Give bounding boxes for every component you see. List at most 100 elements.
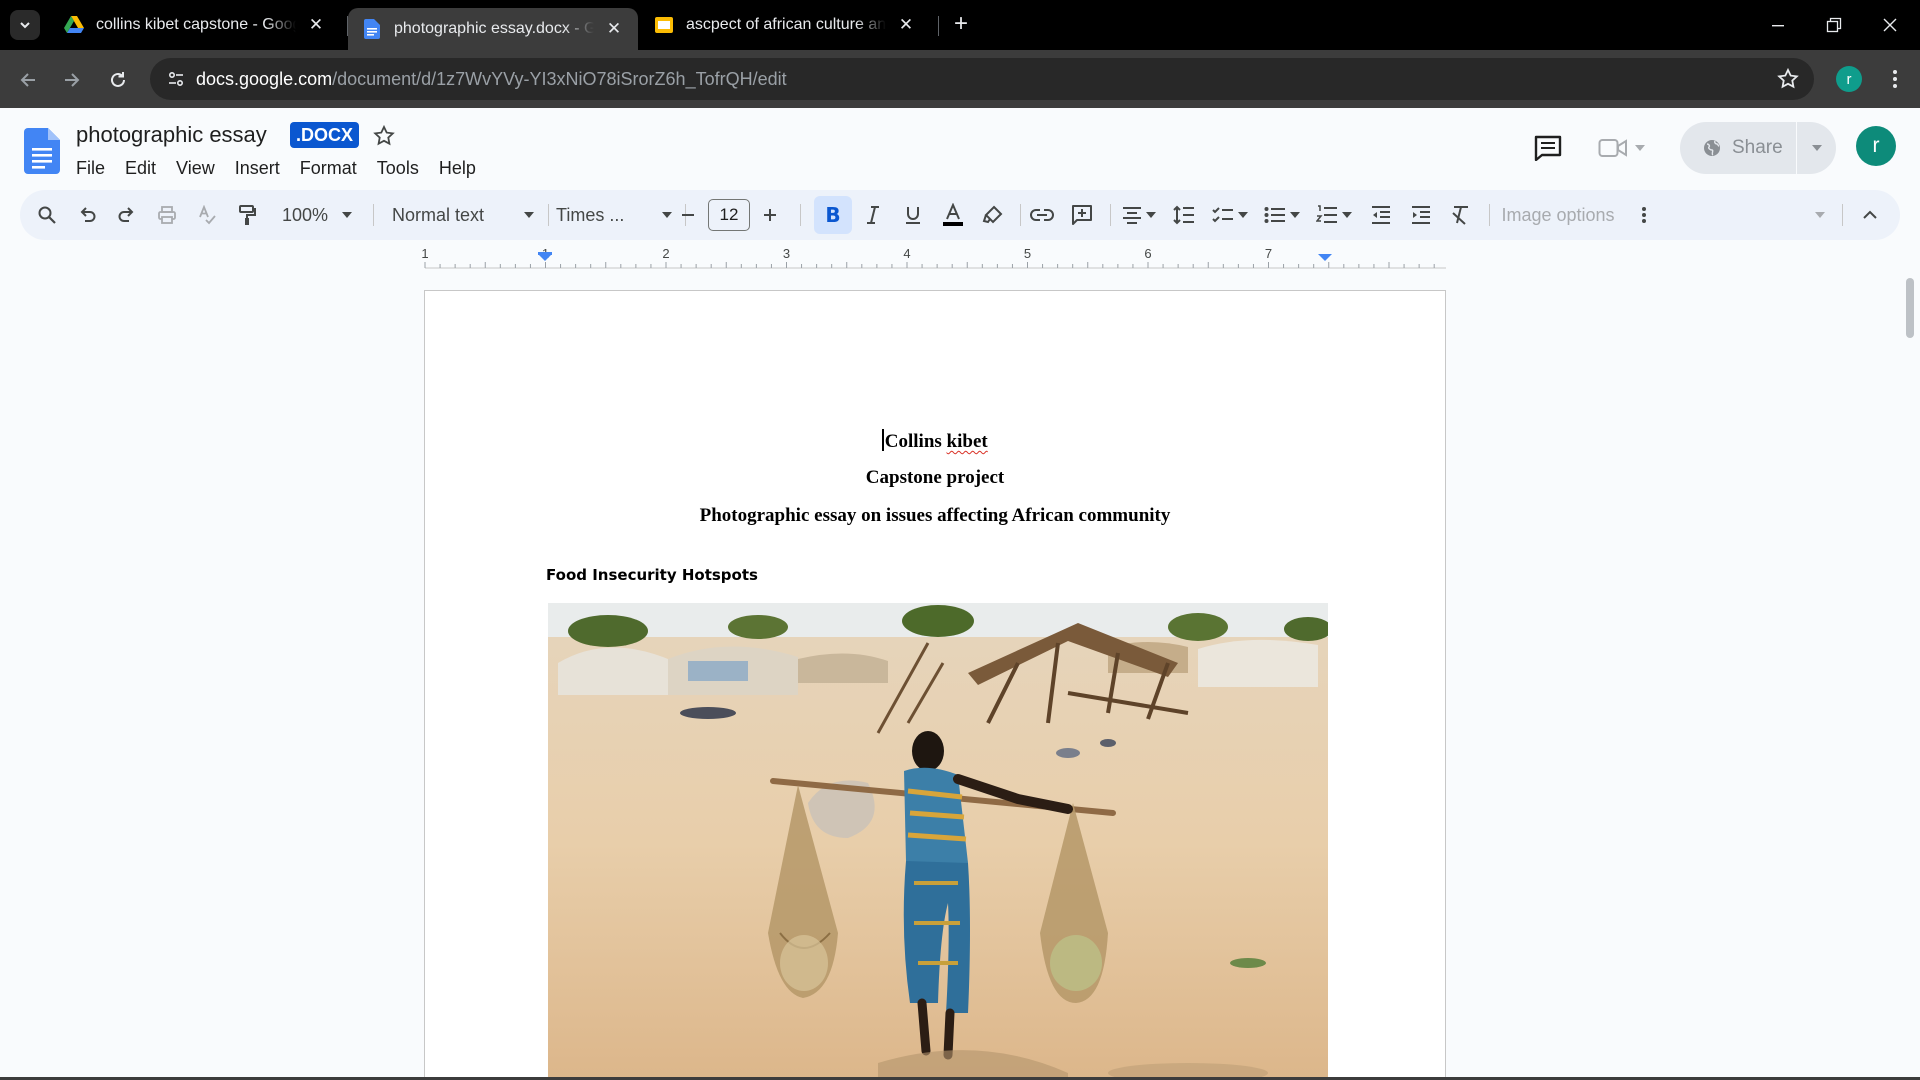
menu-help[interactable]: Help bbox=[429, 154, 486, 183]
menu-edit[interactable]: Edit bbox=[115, 154, 166, 183]
minimize-button[interactable] bbox=[1750, 0, 1806, 50]
document-page[interactable]: Collins kibet Capstone project Photograp… bbox=[424, 290, 1446, 1080]
bulleted-list-button[interactable] bbox=[1260, 199, 1304, 231]
image-options-button[interactable]: Image options bbox=[1484, 199, 1632, 231]
spellcheck-button[interactable] bbox=[192, 199, 222, 231]
meet-button[interactable] bbox=[1598, 132, 1658, 164]
forward-button[interactable] bbox=[56, 64, 88, 96]
url-text[interactable]: docs.google.com/document/d/1z7WvYVy-YI3x… bbox=[196, 69, 787, 90]
menu-format[interactable]: Format bbox=[290, 154, 367, 183]
vertical-scrollbar[interactable] bbox=[1900, 272, 1920, 1080]
subtitle-line[interactable]: Capstone project bbox=[425, 467, 1445, 489]
back-button[interactable] bbox=[12, 64, 44, 96]
document-title[interactable]: photographic essay bbox=[76, 122, 267, 148]
increase-font-size-button[interactable] bbox=[756, 199, 784, 231]
add-comment-icon bbox=[1072, 205, 1092, 225]
essay-heading[interactable]: Photographic essay on issues affecting A… bbox=[425, 505, 1445, 527]
comment-history-button[interactable] bbox=[1532, 132, 1564, 164]
tab-docs[interactable]: photographic essay.docx - Goo ✕ bbox=[348, 8, 638, 50]
minus-icon bbox=[682, 214, 694, 216]
paragraph-style-value: Normal text bbox=[392, 204, 485, 225]
more-options-button[interactable] bbox=[1634, 199, 1654, 231]
first-line-indent-marker bbox=[538, 252, 552, 255]
tab-slides[interactable]: ascpect of african culture and B ✕ bbox=[640, 6, 930, 44]
author-line[interactable]: Collins kibet bbox=[425, 429, 1445, 453]
tab-search-button[interactable] bbox=[10, 10, 40, 40]
share-label: Share bbox=[1732, 137, 1783, 158]
menu-tools[interactable]: Tools bbox=[367, 154, 429, 183]
redo-icon bbox=[118, 207, 134, 222]
highlight-color-button[interactable] bbox=[978, 199, 1008, 231]
omnibox[interactable]: docs.google.com/document/d/1z7WvYVy-YI3x… bbox=[150, 58, 1814, 100]
redo-button[interactable] bbox=[112, 199, 142, 231]
close-tab-icon[interactable]: ✕ bbox=[604, 19, 624, 39]
text-color-button[interactable] bbox=[938, 199, 968, 231]
share-button[interactable]: Share bbox=[1680, 122, 1836, 174]
text-cursor bbox=[882, 429, 884, 451]
share-main[interactable]: Share bbox=[1680, 137, 1796, 159]
share-dropdown[interactable] bbox=[1797, 144, 1836, 152]
hide-menus-button[interactable] bbox=[1856, 199, 1884, 231]
decrease-font-size-button[interactable] bbox=[674, 199, 702, 231]
toolbar-overflow-dropdown[interactable] bbox=[1810, 199, 1830, 231]
menu-view[interactable]: View bbox=[166, 154, 225, 183]
section-heading[interactable]: Food Insecurity Hotspots bbox=[546, 566, 758, 584]
browser-menu-icon[interactable] bbox=[1880, 64, 1910, 94]
font-family-select[interactable]: Times ... bbox=[556, 199, 672, 231]
align-button[interactable] bbox=[1118, 199, 1160, 231]
scrollbar-thumb[interactable] bbox=[1906, 278, 1914, 338]
reload-button[interactable] bbox=[102, 64, 134, 96]
food-insecurity-photo[interactable] bbox=[548, 603, 1328, 1080]
restore-button[interactable] bbox=[1806, 0, 1862, 50]
new-tab-button[interactable]: + bbox=[948, 12, 974, 38]
horizontal-ruler[interactable]: 11234567 bbox=[0, 240, 1900, 272]
font-size-input[interactable]: 12 bbox=[708, 199, 750, 231]
text-color-icon bbox=[943, 203, 963, 226]
link-icon bbox=[1030, 209, 1054, 221]
paint-format-button[interactable] bbox=[232, 199, 262, 231]
site-info-icon[interactable] bbox=[160, 63, 192, 95]
checklist-button[interactable] bbox=[1208, 199, 1252, 231]
menu-file[interactable]: File bbox=[66, 154, 115, 183]
add-comment-button[interactable] bbox=[1066, 199, 1098, 231]
close-icon bbox=[1883, 18, 1897, 32]
insert-link-button[interactable] bbox=[1026, 199, 1058, 231]
close-window-button[interactable] bbox=[1862, 0, 1918, 50]
close-tab-icon[interactable]: ✕ bbox=[306, 15, 326, 35]
clear-formatting-button[interactable] bbox=[1446, 199, 1476, 231]
paragraph-style-select[interactable]: Normal text bbox=[392, 199, 534, 231]
checklist-icon bbox=[1212, 207, 1233, 223]
tab-drive[interactable]: collins kibet capstone - Google ✕ bbox=[50, 6, 340, 44]
menu-bar: File Edit View Insert Format Tools Help bbox=[66, 154, 486, 183]
more-vertical-icon bbox=[1642, 207, 1646, 223]
search-menus-button[interactable] bbox=[32, 199, 62, 231]
browser-profile-avatar[interactable]: r bbox=[1836, 66, 1862, 92]
bookmark-star-icon[interactable] bbox=[1776, 67, 1800, 96]
italic-button[interactable] bbox=[858, 199, 888, 231]
star-document-icon[interactable] bbox=[372, 124, 396, 153]
chevron-down-icon bbox=[1635, 145, 1645, 151]
undo-button[interactable] bbox=[72, 199, 102, 231]
numbered-list-button[interactable] bbox=[1312, 199, 1356, 231]
ruler-number: 2 bbox=[662, 246, 669, 261]
tab-title: photographic essay.docx - Goo bbox=[394, 20, 594, 37]
toolbar-divider bbox=[373, 204, 374, 226]
spellcheck-icon bbox=[199, 205, 216, 225]
print-button[interactable] bbox=[152, 199, 182, 231]
ruler-number: 4 bbox=[903, 246, 910, 261]
increase-indent-button[interactable] bbox=[1406, 199, 1436, 231]
docs-home-logo[interactable] bbox=[24, 128, 60, 179]
close-tab-icon[interactable]: ✕ bbox=[896, 15, 916, 35]
paint-format-icon bbox=[239, 205, 256, 225]
account-avatar[interactable]: r bbox=[1856, 126, 1896, 166]
zoom-select[interactable]: 100% bbox=[282, 199, 362, 231]
bold-button[interactable]: B bbox=[814, 196, 852, 234]
line-spacing-button[interactable] bbox=[1168, 199, 1200, 231]
formatting-toolbar: 100% Normal text Times ... 12 B Image op… bbox=[20, 190, 1900, 240]
underline-button[interactable] bbox=[898, 199, 928, 231]
align-center-icon bbox=[1123, 207, 1141, 224]
ruler-number: 5 bbox=[1024, 246, 1031, 261]
menu-insert[interactable]: Insert bbox=[225, 154, 290, 183]
decrease-indent-button[interactable] bbox=[1366, 199, 1396, 231]
chevron-down-icon bbox=[20, 22, 30, 29]
